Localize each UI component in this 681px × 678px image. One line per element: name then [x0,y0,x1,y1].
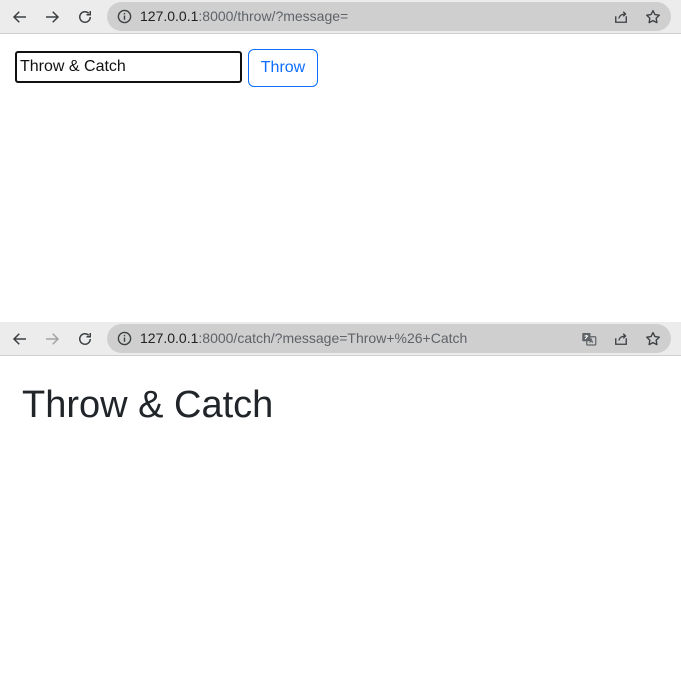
forward-button[interactable] [40,5,64,29]
share-icon [615,333,627,345]
address-bar[interactable]: 127.0.0.1:8000/catch/?message=Throw+%26+… [107,324,671,353]
arrow-right-icon [46,333,60,345]
reload-button[interactable] [73,327,97,351]
browser-toolbar: 127.0.0.1:8000/throw/?message= [0,0,681,34]
caught-message-heading: Throw & Catch [22,384,274,426]
address-bar[interactable]: 127.0.0.1:8000/throw/?message= [107,2,671,31]
url-text[interactable]: 127.0.0.1:8000/throw/?message= [140,9,348,24]
browser-toolbar: 127.0.0.1:8000/catch/?message=Throw+%26+… [0,322,681,356]
bookmark-button[interactable] [644,8,662,26]
star-icon [646,331,660,346]
forward-button[interactable] [40,327,64,351]
arrow-left-icon [12,333,26,345]
info-icon[interactable] [117,331,132,346]
reload-icon [79,333,91,345]
share-button[interactable] [612,8,630,26]
throw-button[interactable]: Throw [248,49,318,87]
reload-icon [79,11,91,23]
translate-icon [582,333,597,346]
share-button[interactable] [612,330,630,348]
share-icon [615,11,627,23]
browser-window-catch: 127.0.0.1:8000/catch/?message=Throw+%26+… [0,322,681,678]
star-icon [646,9,660,24]
arrow-right-icon [46,11,60,23]
url-path: :8000/throw/?message= [198,8,349,24]
url-host: 127.0.0.1 [140,8,199,24]
url-text[interactable]: 127.0.0.1:8000/catch/?message=Throw+%26+… [140,331,467,346]
url-host: 127.0.0.1 [140,330,199,346]
back-button[interactable] [8,5,32,29]
info-icon[interactable] [117,9,132,24]
reload-button[interactable] [73,5,97,29]
arrow-left-icon [12,11,26,23]
browser-window-throw: 127.0.0.1:8000/throw/?message= Throw [0,0,681,320]
url-path: :8000/catch/?message=Throw+%26+Catch [198,330,468,346]
message-input[interactable] [15,51,242,83]
back-button[interactable] [8,327,32,351]
bookmark-button[interactable] [644,330,662,348]
translate-button[interactable] [580,330,598,348]
